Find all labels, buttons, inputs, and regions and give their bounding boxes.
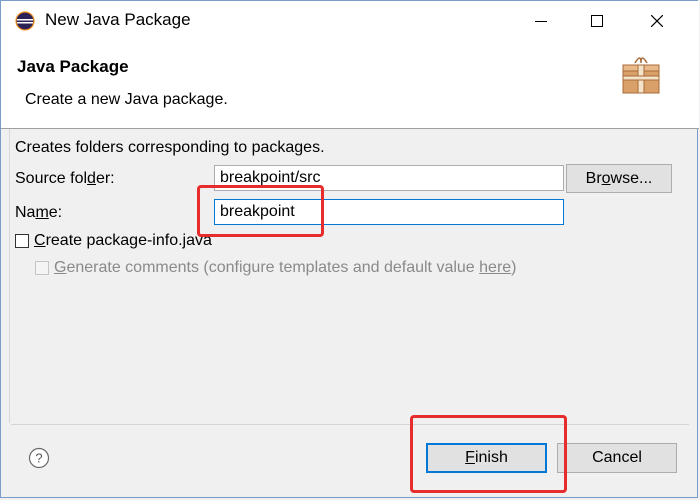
package-icon bbox=[622, 57, 660, 94]
eclipse-icon bbox=[15, 11, 35, 31]
finish-button-highlight bbox=[410, 415, 567, 493]
intro-text: Creates folders corresponding to package… bbox=[15, 139, 325, 156]
source-folder-label: Source folder: bbox=[15, 170, 115, 187]
minimize-icon bbox=[535, 21, 547, 22]
window-title: New Java Package bbox=[45, 10, 191, 29]
close-icon bbox=[651, 15, 663, 27]
wizard-banner: Java Package Create a new Java package. bbox=[1, 41, 699, 129]
name-label: Name: bbox=[15, 204, 63, 221]
name-field-highlight bbox=[197, 185, 324, 237]
title-bar[interactable]: New Java Package bbox=[1, 1, 699, 41]
browse-button[interactable]: Browse... bbox=[566, 164, 672, 193]
help-icon[interactable]: ? bbox=[28, 447, 50, 469]
banner-description: Create a new Java package. bbox=[25, 91, 228, 108]
content-border bbox=[9, 129, 10, 423]
maximize-icon bbox=[591, 15, 603, 27]
svg-text:?: ? bbox=[35, 451, 42, 466]
generate-comments-checkbox bbox=[35, 261, 49, 275]
create-package-info-label: Create package-info.java bbox=[34, 232, 212, 249]
cancel-button[interactable]: Cancel bbox=[557, 443, 677, 473]
close-button[interactable] bbox=[629, 1, 685, 41]
minimize-button[interactable] bbox=[513, 1, 569, 41]
maximize-button[interactable] bbox=[569, 1, 625, 41]
create-package-info-checkbox[interactable] bbox=[15, 234, 29, 248]
banner-title: Java Package bbox=[17, 57, 129, 76]
create-package-info-option[interactable]: Create package-info.java bbox=[15, 232, 212, 250]
generate-comments-label: Generate comments (configure templates a… bbox=[54, 259, 517, 276]
generate-comments-option: Generate comments (configure templates a… bbox=[35, 259, 517, 277]
templates-link: here bbox=[479, 259, 512, 276]
footer-divider bbox=[11, 424, 689, 425]
dialog-window: New Java Package Java Package Create a n… bbox=[0, 0, 699, 498]
